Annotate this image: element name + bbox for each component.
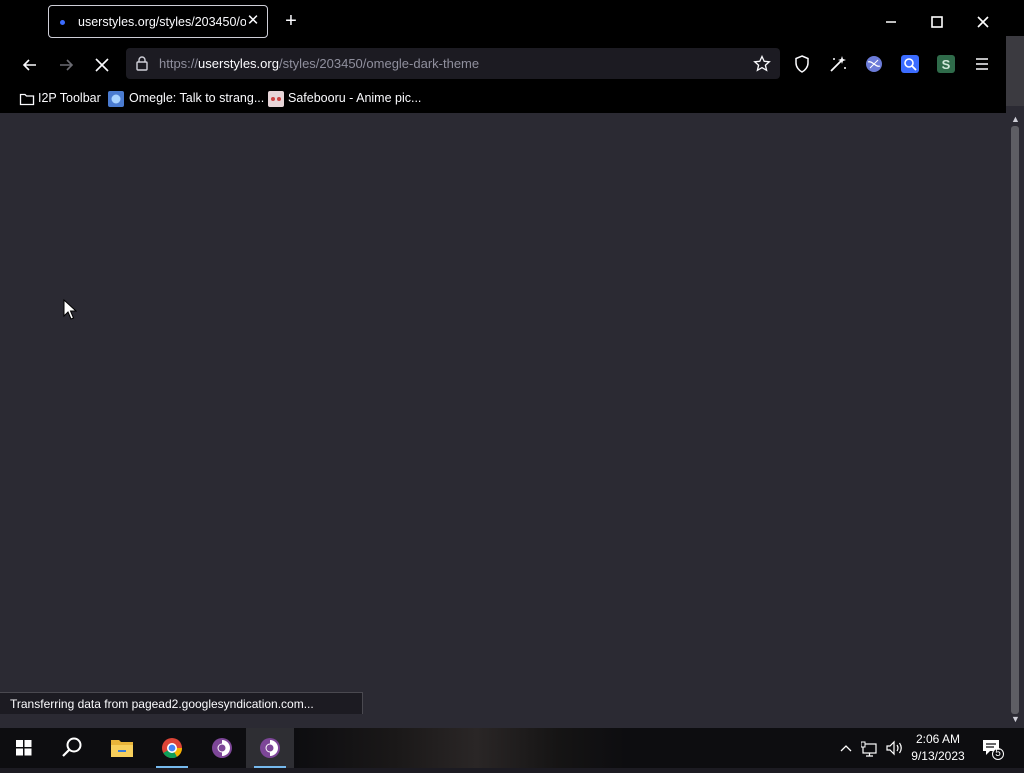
bookmark-safebooru[interactable]: Safebooru - Anime pic... [268,90,422,108]
start-icon [16,740,32,756]
bookmark-star-icon[interactable] [753,55,771,73]
arrow-right-icon [60,59,74,71]
arrow-left-icon [22,59,36,71]
search-icon [62,737,82,757]
tab-close-icon[interactable]: ✕ [246,12,260,30]
minimize-button[interactable] [868,6,914,38]
browser-window: userstyles.org/styles/203450/omegle-dark… [0,0,1006,728]
address-bar[interactable]: https://userstyles.org/styles/203450/ome… [126,48,780,79]
navigation-bar: https://userstyles.org/styles/203450/ome… [0,44,1006,86]
bookmark-omegle[interactable]: Omegle: Talk to strang... [108,90,264,108]
bookmark-label: Omegle: Talk to strang... [129,91,265,105]
taskbar-chrome[interactable] [148,728,196,768]
back-button[interactable] [18,53,42,77]
new-tab-button[interactable]: + [281,10,301,32]
tab-bar: userstyles.org/styles/203450/omegle-dark… [0,0,1006,44]
bookmarks-toolbar: I2P Toolbar Omegle: Talk to strang... Sa… [0,86,1006,112]
system-clock[interactable]: 2:06 AM 9/13/2023 [900,731,976,765]
chrome-icon [162,738,183,759]
url-scheme: https:// [159,56,199,71]
status-bar: Transferring data from pagead2.googlesyn… [0,692,363,714]
search-button[interactable] [48,728,96,768]
url-text[interactable]: https://userstyles.org/styles/203450/ome… [159,56,479,71]
clock-date: 9/13/2023 [911,749,965,763]
image-search-extension-icon[interactable] [900,54,920,74]
globe-extension-icon[interactable] [864,54,884,74]
stylus-extension-icon[interactable]: S [936,54,956,74]
taskbar-tor-browser[interactable] [198,728,246,768]
url-path: /styles/203450/omegle-dark-theme [278,56,480,71]
tor-browser-icon [212,738,232,758]
taskbar-tor-browser-active[interactable] [246,728,294,768]
magic-wand-extension-icon[interactable] [828,54,848,74]
taskbar-file-explorer[interactable] [98,728,146,768]
stop-icon [95,58,109,72]
tab-favicon [60,20,65,25]
minimize-icon [886,21,896,23]
forward-button[interactable] [54,53,78,77]
bookmark-i2p-toolbar[interactable]: I2P Toolbar [19,90,101,108]
tab-userstyles[interactable]: userstyles.org/styles/203450/omegle-dark… [48,5,268,38]
close-icon [977,16,989,28]
close-window-button[interactable] [960,6,1006,38]
taskbar: 2:06 AM 9/13/2023 5 [0,728,1024,768]
content-bottom-strip [0,714,1006,728]
shield-icon[interactable] [792,54,812,74]
maximize-button[interactable] [914,6,960,38]
url-host: userstyles.org [198,56,279,71]
tor-browser-icon [260,738,280,758]
lock-icon[interactable] [134,55,150,71]
show-hidden-icons-chevron-icon[interactable] [838,738,854,758]
notification-count-badge: 5 [995,748,1001,759]
mouse-cursor-icon [63,299,77,320]
scroll-up-arrow-icon[interactable]: ▲ [1011,114,1020,124]
omegle-favicon [108,91,124,107]
network-icon[interactable] [861,738,879,758]
clock-time: 2:06 AM [915,732,961,746]
menu-hamburger-icon[interactable] [972,54,992,74]
file-explorer-icon [111,740,133,757]
bookmark-label: Safebooru - Anime pic... [288,91,422,105]
start-button[interactable] [0,728,48,768]
folder-icon [19,93,35,106]
svg-text:S: S [942,57,951,72]
vertical-scrollbar[interactable]: ▲ ▼ [1006,112,1024,728]
scroll-down-arrow-icon[interactable]: ▼ [1011,714,1020,724]
safebooru-favicon [268,91,284,107]
desktop-edge-top [1006,0,1024,36]
stop-loading-button[interactable] [90,53,114,77]
desktop-wallpaper-glimpse [295,728,625,768]
bookmark-label: I2P Toolbar [38,91,101,105]
content-left-edge [0,113,7,714]
tab-title: userstyles.org/styles/203450/omegle-dark… [78,15,246,29]
page-content[interactable] [0,113,1006,714]
action-center-button[interactable]: 5 [980,736,1004,760]
maximize-icon [931,16,943,28]
desktop-edge-window [1006,36,1024,106]
scrollbar-thumb[interactable] [1011,126,1019,714]
